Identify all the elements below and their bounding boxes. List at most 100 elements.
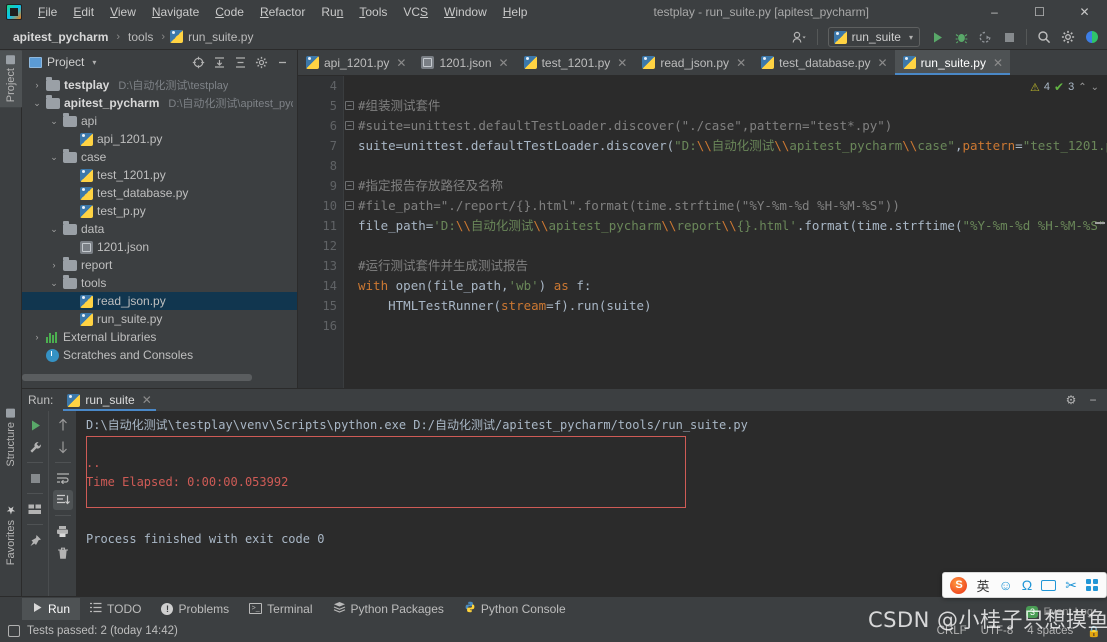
bottom-tab-terminal[interactable]: >_ Terminal bbox=[239, 598, 322, 620]
code-fold-icon[interactable]: − bbox=[345, 201, 354, 210]
code-fold-icon[interactable]: − bbox=[345, 121, 354, 130]
breadcrumb-folder[interactable]: tools bbox=[125, 29, 156, 45]
editor-tab-test-1201-py[interactable]: test_1201.py ✕ bbox=[516, 50, 635, 75]
menu-code[interactable]: Code bbox=[207, 2, 252, 22]
tree-node-case[interactable]: ⌄ case bbox=[22, 148, 297, 166]
indent-indicator[interactable]: 4 spaces bbox=[1027, 625, 1073, 637]
pin-icon[interactable] bbox=[25, 530, 45, 550]
keyboard-icon[interactable] bbox=[1041, 579, 1057, 591]
tree-node-data[interactable]: ⌄ data bbox=[22, 220, 297, 238]
tree-node-scratches-and-consoles[interactable]: Scratches and Consoles bbox=[22, 346, 297, 364]
layout-icon[interactable] bbox=[25, 499, 45, 519]
hide-panel-icon[interactable] bbox=[272, 52, 292, 72]
editor-tab-run-suite-py[interactable]: run_suite.py ✕ bbox=[894, 50, 1011, 75]
rerun-icon[interactable] bbox=[25, 415, 45, 435]
tree-node-testplay[interactable]: › testplay D:\自动化测试\testplay bbox=[22, 76, 297, 94]
maximize-button[interactable]: ☐ bbox=[1017, 0, 1062, 24]
run-configuration-selector[interactable]: run_suite ▾ bbox=[827, 27, 920, 47]
close-icon[interactable]: ✕ bbox=[878, 56, 888, 70]
tree-node-external-libraries[interactable]: › External Libraries bbox=[22, 328, 297, 346]
breadcrumb-file[interactable]: run_suite.py bbox=[185, 29, 256, 45]
run-with-coverage-icon[interactable] bbox=[974, 26, 996, 48]
menu-run[interactable]: Run bbox=[313, 2, 351, 22]
run-tab-run-suite[interactable]: run_suite ✕ bbox=[61, 391, 157, 411]
chevron-up-icon[interactable]: ⌃ bbox=[1078, 82, 1086, 93]
lock-icon[interactable]: 🔒 bbox=[1087, 625, 1101, 638]
tree-node-report[interactable]: › report bbox=[22, 256, 297, 274]
close-icon[interactable]: ✕ bbox=[499, 56, 509, 70]
editor-body[interactable]: 4 5 6 7 8 9 10 11 12 13 14 15 16 − − − − #组装测试套件 #suite=… bbox=[298, 76, 1107, 388]
ime-mode-toggle[interactable]: 英 bbox=[976, 576, 989, 595]
event-log-button[interactable]: 3 Event Log bbox=[1026, 606, 1093, 618]
hide-icon[interactable]: − bbox=[1083, 390, 1103, 410]
close-button[interactable]: ✕ bbox=[1062, 0, 1107, 24]
menu-vcs[interactable]: VCS bbox=[395, 2, 436, 22]
bottom-tab-python-console[interactable]: Python Console bbox=[454, 598, 576, 620]
menu-navigate[interactable]: Navigate bbox=[144, 2, 207, 22]
bottom-tab-python-packages[interactable]: Python Packages bbox=[323, 598, 454, 620]
clear-all-icon[interactable] bbox=[53, 543, 73, 563]
apps-grid-icon[interactable] bbox=[1086, 578, 1099, 592]
up-arrow-icon[interactable] bbox=[53, 415, 73, 435]
sogou-logo-icon[interactable]: S bbox=[950, 576, 968, 594]
menu-tools[interactable]: Tools bbox=[351, 2, 395, 22]
tree-node-api[interactable]: ⌄ api bbox=[22, 112, 297, 130]
tree-expand-arrow[interactable]: ⌄ bbox=[49, 152, 59, 163]
tree-node-read-json-py[interactable]: read_json.py bbox=[22, 292, 297, 310]
editor-tab-api-1201-py[interactable]: api_1201.py ✕ bbox=[298, 50, 413, 75]
bottom-tab-todo[interactable]: TODO bbox=[80, 598, 151, 620]
close-icon[interactable]: ✕ bbox=[617, 56, 627, 70]
stop-icon[interactable] bbox=[998, 26, 1020, 48]
bottom-tab-run[interactable]: Run bbox=[22, 597, 81, 620]
bottom-tab-problems[interactable]: ! Problems bbox=[151, 598, 239, 620]
menu-help[interactable]: Help bbox=[495, 2, 536, 22]
scrollbar-thumb[interactable] bbox=[22, 374, 252, 381]
tree-expand-arrow[interactable]: ⌄ bbox=[49, 116, 59, 127]
symbol-omega-icon[interactable]: Ω bbox=[1022, 577, 1032, 593]
debug-bug-icon[interactable] bbox=[950, 26, 972, 48]
tree-node-api-1201-py[interactable]: api_1201.py bbox=[22, 130, 297, 148]
close-icon[interactable]: ✕ bbox=[142, 393, 152, 407]
settings-gear-icon[interactable] bbox=[251, 52, 271, 72]
scroll-to-end-icon[interactable] bbox=[52, 490, 73, 510]
close-icon[interactable]: ✕ bbox=[736, 56, 746, 70]
chevron-down-icon[interactable]: ⌄ bbox=[1091, 82, 1099, 93]
editor-fold-column[interactable]: − − − − bbox=[344, 76, 356, 388]
project-panel-title[interactable]: Project ▾ bbox=[25, 55, 96, 69]
tree-expand-arrow[interactable]: › bbox=[32, 80, 42, 90]
project-panel-scrollbar[interactable] bbox=[22, 374, 298, 381]
tree-expand-arrow[interactable]: ⌄ bbox=[49, 278, 59, 289]
editor-tab-test-database-py[interactable]: test_database.py ✕ bbox=[753, 50, 894, 75]
search-icon[interactable] bbox=[1033, 26, 1055, 48]
soft-wrap-icon[interactable] bbox=[53, 468, 73, 488]
collapse-all-icon[interactable] bbox=[209, 52, 229, 72]
scroll-from-source-icon[interactable] bbox=[188, 52, 208, 72]
gear-icon[interactable] bbox=[1057, 26, 1079, 48]
encoding-indicator[interactable]: UTF-8 bbox=[981, 625, 1014, 637]
emoji-icon[interactable]: ☺ bbox=[999, 577, 1013, 593]
menu-window[interactable]: Window bbox=[436, 2, 495, 22]
minimize-button[interactable]: – bbox=[972, 0, 1017, 24]
sidebar-item-favorites[interactable]: Favorites ★ bbox=[0, 498, 22, 570]
editor-tab-1201-json[interactable]: 1201.json ✕ bbox=[413, 50, 515, 75]
tree-node-run-suite-py[interactable]: run_suite.py bbox=[22, 310, 297, 328]
menu-view[interactable]: View bbox=[102, 2, 144, 22]
assistant-icon[interactable] bbox=[1081, 26, 1103, 48]
tree-node-1201-json[interactable]: 1201.json bbox=[22, 238, 297, 256]
tree-expand-arrow[interactable]: ⌄ bbox=[32, 98, 42, 109]
editor-tab-read-json-py[interactable]: read_json.py ✕ bbox=[634, 50, 753, 75]
menu-refactor[interactable]: Refactor bbox=[252, 2, 313, 22]
sidebar-item-structure[interactable]: Structure bbox=[0, 404, 22, 472]
scissors-icon[interactable]: ✂ bbox=[1065, 577, 1077, 594]
close-icon[interactable]: ✕ bbox=[396, 56, 406, 70]
tree-node-test-database-py[interactable]: test_database.py bbox=[22, 184, 297, 202]
inspection-widget[interactable]: ⚠ 4 ✔ 3 ⌃ ⌄ bbox=[1026, 78, 1103, 96]
tree-expand-arrow[interactable]: › bbox=[49, 260, 59, 270]
close-icon[interactable]: ✕ bbox=[993, 56, 1003, 70]
project-tree[interactable]: › testplay D:\自动化测试\testplay ⌄ apitest_pycha… bbox=[22, 74, 297, 388]
run-button[interactable] bbox=[926, 26, 948, 48]
gear-icon[interactable]: ⚙ bbox=[1061, 390, 1081, 410]
down-arrow-icon[interactable] bbox=[53, 437, 73, 457]
tree-node-test-p-py[interactable]: test_p.py bbox=[22, 202, 297, 220]
tree-expand-arrow[interactable]: › bbox=[32, 332, 42, 342]
